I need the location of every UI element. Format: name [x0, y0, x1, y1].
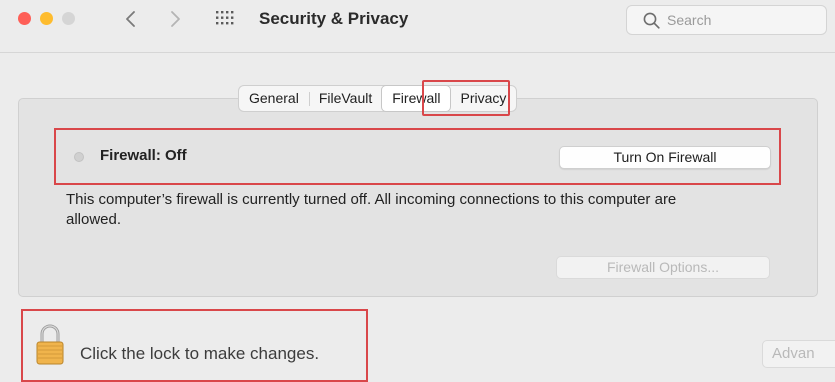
- firewall-status-highlight-box: Firewall: Off Turn On Firewall: [54, 128, 781, 185]
- minimize-window-button[interactable]: [40, 12, 53, 25]
- forward-button[interactable]: [164, 7, 186, 31]
- search-input[interactable]: [667, 10, 817, 30]
- firewall-description: This computer’s firewall is currently tu…: [66, 191, 677, 228]
- tab-filevault[interactable]: FileVault: [308, 86, 382, 111]
- tab-general[interactable]: General: [239, 86, 309, 111]
- firewall-status-label: Firewall: Off: [100, 147, 187, 164]
- window-title: Security & Privacy: [259, 9, 409, 28]
- search-field[interactable]: [626, 5, 827, 35]
- turn-on-firewall-button[interactable]: Turn On Firewall: [559, 146, 771, 169]
- titlebar-divider: [0, 52, 835, 53]
- close-window-button[interactable]: [18, 12, 31, 25]
- search-icon: [643, 12, 660, 29]
- back-button[interactable]: [120, 7, 142, 31]
- advanced-button[interactable]: Advan: [762, 340, 835, 368]
- chevron-left-icon: [126, 11, 135, 27]
- lock-message: Click the lock to make changes.: [80, 344, 320, 363]
- zoom-window-button[interactable]: [62, 12, 75, 25]
- lock-icon[interactable]: [36, 323, 64, 365]
- title-bar: Security & Privacy: [0, 0, 835, 40]
- firewall-options-button[interactable]: Firewall Options...: [556, 256, 770, 279]
- lock-highlight-box[interactable]: Click the lock to make changes.: [21, 309, 368, 382]
- status-indicator-icon: [74, 152, 84, 162]
- grid-icon: [216, 11, 234, 25]
- show-all-button[interactable]: [216, 11, 234, 25]
- chevron-right-icon: [171, 11, 180, 27]
- tab-highlight-box: [422, 80, 510, 116]
